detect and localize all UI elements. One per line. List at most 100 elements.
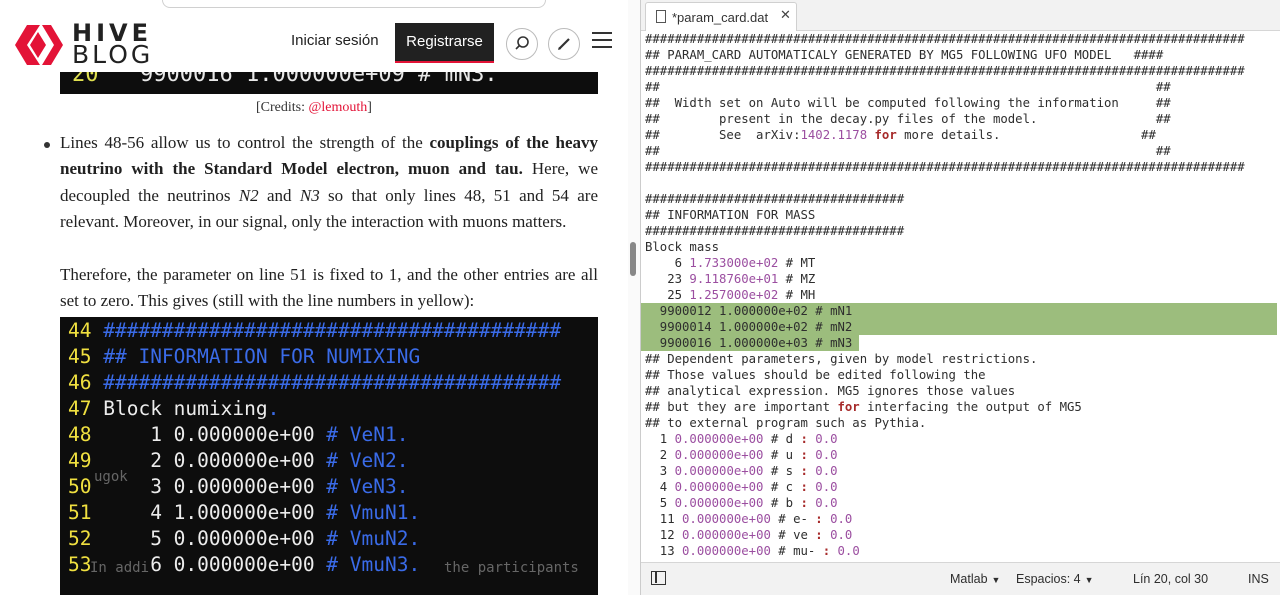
operator: : (822, 544, 831, 558)
editor-line: 2 0.000000e+00 # u : 0.0 (645, 447, 838, 463)
editor-line-text: # MT (778, 256, 816, 270)
editor-line-text: 1 (645, 432, 675, 446)
editor-line-text: # u (763, 448, 801, 462)
operator: : (800, 480, 808, 494)
editor-line: ## INFORMATION FOR MASS (645, 207, 815, 223)
scroll-thumb[interactable] (630, 242, 636, 276)
tab-width-label: Espacios: 4 (1016, 572, 1081, 586)
credits-mention-link[interactable]: @lemouth (309, 100, 368, 115)
hive-logo-icon[interactable] (14, 23, 64, 67)
hamburger-menu-icon[interactable] (592, 32, 614, 54)
editor-line: ## but they are important for interfacin… (645, 399, 1082, 415)
editor-text-area[interactable]: ################################### #####… (641, 31, 1280, 562)
code-line-number: 47 (68, 397, 92, 420)
dropdown-caret-icon: ▼ (1084, 575, 1094, 585)
address-bar[interactable] (162, 0, 546, 8)
operator: : (800, 432, 808, 446)
editor-line: 5 0.000000e+00 # b : 0.0 (645, 495, 838, 511)
number-literal: 0.000000e+00 (674, 432, 764, 446)
signup-button[interactable]: Registrarse (395, 23, 494, 63)
para-text: and (258, 185, 300, 205)
editor-line: 6 1.733000e+02 # MT (645, 255, 816, 271)
overlay-ghost-text: the participants (444, 560, 579, 576)
editor-line-text: Block mass (645, 240, 720, 254)
number-literal: 0.000000e+00 (682, 512, 771, 526)
search-icon (515, 36, 529, 50)
editor-line: 13 0.000000e+00 # mu- : 0.0 (645, 543, 860, 559)
editor-line-text: ########################################… (645, 32, 1245, 46)
editor-line: ## See arXiv:1402.1178 for more details.… (645, 127, 1156, 143)
number-literal: 0.0 (807, 480, 838, 494)
editor-line: 9900016 1.000000e+03 # mN3 (645, 335, 853, 351)
tab-param-card[interactable]: *param_card.dat ✕ (645, 2, 797, 31)
code-comment: # VmuN3. (314, 553, 421, 576)
side-panel-icon[interactable] (651, 571, 666, 585)
editor-line: ########################################… (645, 31, 1245, 47)
editor-line-text: 6 (645, 256, 690, 270)
status-bar: Matlab ▼ Espacios: 4 ▼ Lín 20, col 30 INS (641, 562, 1280, 595)
editor-line-text: ################################### (645, 224, 905, 238)
editor-line: 4 0.000000e+00 # c : 0.0 (645, 479, 838, 495)
number-literal: 0.0 (830, 544, 860, 558)
editor-line: 11 0.000000e+00 # e- : 0.0 (645, 511, 853, 527)
editor-line-text: ########################################… (645, 160, 1245, 174)
cursor-position[interactable]: Lín 20, col 30 (1133, 572, 1208, 586)
login-link[interactable]: Iniciar sesión (291, 32, 379, 49)
number-literal: 0.000000e+00 (674, 496, 764, 510)
operator: : (800, 496, 808, 510)
language-selector[interactable]: Matlab ▼ (950, 572, 1000, 586)
editor-line: ## ## (645, 143, 1171, 159)
tab-label: *param_card.dat (672, 10, 769, 25)
editor-line-text: # e- (770, 512, 816, 526)
close-icon[interactable]: ✕ (780, 8, 791, 23)
editor-line-text: ## analytical expression. MG5 ignores th… (645, 384, 1016, 398)
operator: : (815, 512, 823, 526)
editor-line: 9900014 1.000000e+02 # mN2 (645, 319, 853, 335)
dropdown-caret-icon: ▼ (991, 575, 1001, 585)
code-line-number: 45 (68, 345, 92, 368)
editor-line-text: # d (763, 432, 801, 446)
code-screenshot-2: 44 #####################################… (60, 317, 598, 595)
editor-line-text: 4 (645, 480, 675, 494)
tab-width-selector[interactable]: Espacios: 4 ▼ (1016, 572, 1094, 586)
editor-line: ## Those values should be edited followi… (645, 367, 986, 383)
editor-line: ## Width set on Auto will be computed fo… (645, 95, 1171, 111)
pencil-icon (558, 38, 570, 50)
editor-line: 1 0.000000e+00 # d : 0.0 (645, 431, 838, 447)
code-line-number: 48 (68, 423, 92, 446)
editor-line-text: ## Dependent parameters, given by model … (645, 352, 1038, 366)
code-line-number: 46 (68, 371, 92, 394)
image-credits: [Credits: @lemouth] (0, 100, 628, 116)
credits-prefix: [Credits: (256, 100, 309, 115)
code-line-text: 9900016 1.000000e+09 # mN3. (140, 72, 498, 87)
search-button[interactable] (506, 28, 538, 60)
number-literal: 1402.1178 (800, 128, 868, 142)
editor-line: ########################################… (645, 159, 1245, 175)
code-line: 47 Block numixing. (68, 396, 279, 422)
editor-line-text: # ve (770, 528, 816, 542)
editor-line-text: ## present in the decay.py files of the … (645, 112, 1171, 126)
editor-line: ## analytical expression. MG5 ignores th… (645, 383, 1015, 399)
write-post-button[interactable] (548, 28, 580, 60)
number-literal: 0.0 (807, 464, 838, 478)
editor-tab-bar: *param_card.dat ✕ (641, 0, 1280, 31)
code-comment: # VeN2. (314, 449, 409, 472)
editor-line-text: 9900012 1.000000e+02 # mN1 (645, 304, 853, 318)
code-line-text: 1 0.000000e+00 (103, 423, 315, 446)
editor-line-text: interfacing the output of MG5 (859, 400, 1082, 414)
code-line-text: 2 0.000000e+00 (103, 449, 315, 472)
editor-line: ## ## (645, 79, 1171, 95)
editor-line: ########################################… (645, 63, 1245, 79)
editor-line: 3 0.000000e+00 # s : 0.0 (645, 463, 838, 479)
editor-line: ## Dependent parameters, given by model … (645, 351, 1037, 367)
editor-line-text: 23 (645, 272, 690, 286)
operator: : (800, 464, 808, 478)
text-editor-window: *param_card.dat ✕ ######################… (640, 0, 1280, 595)
page-scrollbar[interactable] (628, 0, 640, 595)
logo-wordmark[interactable]: HIVE BLOG (72, 21, 153, 67)
editor-line: Block mass (645, 239, 719, 255)
code-line-number: 20 (72, 72, 99, 87)
code-line: 44 #####################################… (68, 318, 561, 344)
editor-line: 25 1.257000e+02 # MH (645, 287, 815, 303)
paragraph: Therefore, the parameter on line 51 is f… (60, 265, 598, 311)
